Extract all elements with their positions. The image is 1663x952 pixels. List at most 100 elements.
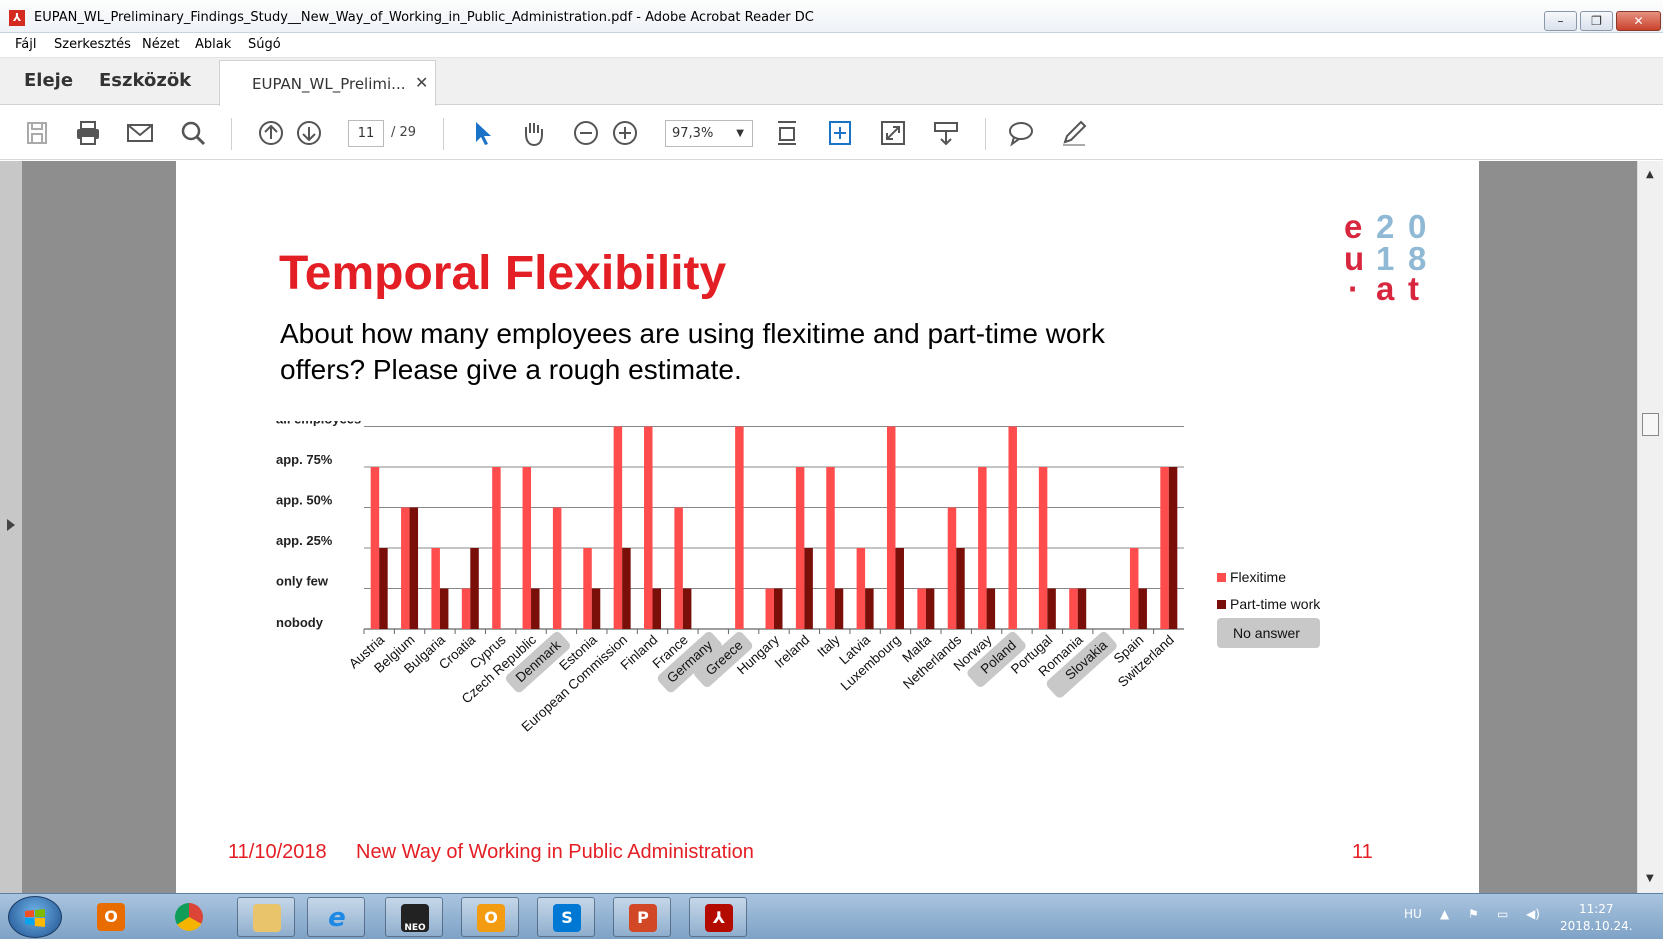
bar-flexitime: [856, 548, 866, 629]
window-title-bar: ⅄ EUPAN_WL_Preliminary_Findings_Study__N…: [0, 0, 1663, 33]
legend-swatch: [1217, 600, 1226, 609]
bar-flexitime: [978, 467, 987, 629]
chrome-icon[interactable]: [160, 897, 218, 937]
maximize-button[interactable]: ❐: [1580, 11, 1613, 31]
minimize-button[interactable]: –: [1544, 11, 1577, 31]
bar-part-time: [531, 588, 540, 629]
menu-window[interactable]: Ablak: [195, 37, 231, 52]
tab-home[interactable]: Eleje: [24, 70, 73, 91]
outlook-calendar-icon[interactable]: O: [461, 897, 519, 937]
bar-flexitime: [552, 507, 562, 629]
email-icon[interactable]: [123, 116, 157, 150]
flag-icon[interactable]: ⚑: [1468, 907, 1479, 921]
bar-part-time: [956, 548, 965, 629]
zoom-in-icon[interactable]: [608, 116, 642, 150]
scroll-thumb[interactable]: [1642, 413, 1659, 436]
acrobat-icon[interactable]: ⅄: [689, 897, 747, 937]
arrow-up-circle-icon[interactable]: [254, 116, 288, 150]
y-tick-label: nobody: [276, 615, 324, 630]
legend-label: Part-time work: [1230, 596, 1321, 612]
bar-flexitime: [370, 467, 380, 629]
left-panel-toggle[interactable]: [0, 161, 22, 893]
menu-edit[interactable]: Szerkesztés: [54, 37, 131, 52]
hand-icon[interactable]: [516, 116, 550, 150]
fit-width-icon[interactable]: [823, 116, 857, 150]
scroll-mode-icon[interactable]: [929, 116, 963, 150]
y-tick-label: app. 75%: [276, 452, 333, 467]
fullscreen-icon[interactable]: [876, 116, 910, 150]
x-category-label: Ireland: [772, 632, 813, 671]
sign-icon[interactable]: [1057, 116, 1091, 150]
acrobat-icon-glyph: ⅄: [705, 904, 733, 932]
bar-flexitime: [1069, 588, 1078, 629]
tab-document-label: EUPAN_WL_Prelimi...: [252, 75, 406, 93]
start-button[interactable]: [8, 896, 62, 938]
scroll-down-icon[interactable]: ▼: [1646, 873, 1654, 884]
bar-flexitime: [1129, 548, 1139, 629]
ie-icon-glyph: e: [328, 903, 346, 933]
clock-time: 11:27: [1578, 902, 1614, 916]
footer-text: New Way of Working in Public Administrat…: [356, 841, 754, 863]
arrow-down-circle-icon[interactable]: [292, 116, 326, 150]
fit-page-icon[interactable]: [770, 116, 804, 150]
x-category-label-group: Ireland: [772, 632, 813, 671]
powerpoint-icon-glyph: P: [629, 904, 657, 932]
powerpoint-icon[interactable]: P: [613, 897, 671, 937]
scroll-up-icon[interactable]: ▲: [1646, 169, 1654, 180]
system-clock[interactable]: 11:27 2018.10.24.: [1560, 901, 1633, 935]
bar-part-time: [834, 588, 844, 629]
bar-part-time: [1047, 588, 1056, 629]
y-tick-label: app. 25%: [276, 533, 333, 548]
slide-page-number: 11: [1352, 841, 1373, 863]
windows-logo-icon: [25, 909, 45, 927]
menu-view[interactable]: Nézet: [142, 37, 180, 52]
zoom-out-icon[interactable]: [569, 116, 603, 150]
legend-no-answer-label: No answer: [1233, 625, 1300, 641]
bar-flexitime: [461, 588, 471, 629]
pointer-icon[interactable]: [465, 116, 499, 150]
bar-flexitime: [674, 507, 683, 629]
volume-icon[interactable]: ◀): [1526, 907, 1540, 921]
chrome-icon-glyph: [175, 903, 203, 931]
skype-business-icon[interactable]: S: [537, 897, 595, 937]
menu-help[interactable]: Súgó: [248, 37, 281, 52]
tab-tools[interactable]: Eszközök: [99, 70, 191, 91]
bar-flexitime: [826, 467, 835, 629]
comment-icon[interactable]: [1004, 116, 1038, 150]
search-icon[interactable]: [176, 116, 210, 150]
menu-file[interactable]: Fájl: [15, 37, 36, 52]
tab-document[interactable]: EUPAN_WL_Prelimi... ✕: [219, 60, 436, 106]
explorer-icon[interactable]: [237, 897, 295, 937]
bar-flexitime: [431, 548, 440, 629]
bar-part-time: [986, 588, 996, 629]
bar-part-time: [439, 588, 449, 629]
page-number-input[interactable]: 11: [348, 120, 384, 147]
toolbar: 11 / 29 97,3% ▼: [0, 106, 1663, 160]
slide-title: Temporal Flexibility: [279, 247, 727, 300]
y-tick-label: all employees: [276, 421, 361, 427]
language-indicator[interactable]: HU: [1404, 907, 1422, 921]
close-tab-icon[interactable]: ✕: [415, 73, 428, 92]
tray-expand-icon[interactable]: ▲: [1440, 907, 1449, 921]
logo-letter: t: [1408, 270, 1419, 307]
outlook-icon[interactable]: O: [82, 897, 140, 937]
logo-letter: e: [1344, 208, 1363, 245]
vertical-scrollbar[interactable]: ▲ ▼: [1637, 161, 1663, 893]
close-button[interactable]: ✕: [1616, 11, 1661, 31]
logo-letter: 0: [1408, 208, 1427, 245]
pdf-page: e 2 0 u 1 8 · a t Temporal Flexibility A…: [176, 161, 1479, 893]
bar-part-time: [1077, 588, 1087, 629]
logo-letter: a: [1376, 270, 1395, 307]
right-gray-panel: [1479, 161, 1637, 893]
print-icon[interactable]: [71, 116, 105, 150]
bar-chart: nobody only few app. 25% app. 50% app. 75% al…: [276, 421, 1321, 735]
bar-flexitime: [492, 467, 501, 629]
network-icon[interactable]: ▭: [1497, 907, 1508, 921]
bar-flexitime: [795, 467, 805, 629]
slide-question: About how many employees are using flexi…: [280, 318, 1105, 385]
save-icon[interactable]: [20, 116, 54, 150]
zoom-select[interactable]: 97,3% ▼: [665, 120, 753, 147]
neo-icon[interactable]: NEO: [385, 897, 443, 937]
bar-flexitime: [886, 426, 896, 629]
ie-icon[interactable]: e: [307, 897, 365, 937]
